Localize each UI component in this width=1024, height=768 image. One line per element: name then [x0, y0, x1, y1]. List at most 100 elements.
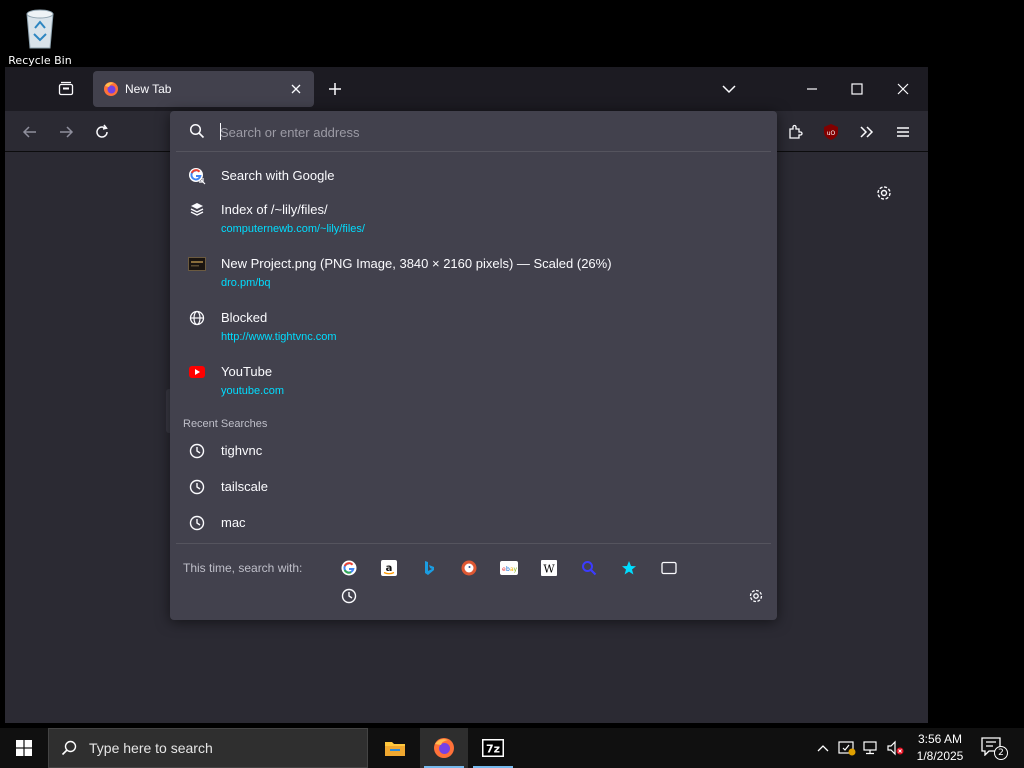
search-icon: [61, 740, 77, 756]
maximize-icon: [851, 83, 863, 95]
taskbar-search-box[interactable]: Type here to search: [48, 728, 368, 768]
tab-close-button[interactable]: [288, 80, 304, 98]
list-all-tabs-button[interactable]: [716, 77, 742, 101]
taskbar-clock[interactable]: 3:56 AM 1/8/2025: [910, 731, 970, 765]
gear-icon: [749, 589, 763, 603]
reload-button[interactable]: [90, 120, 114, 144]
security-icon: [838, 741, 856, 756]
oneoff-search-engine[interactable]: [577, 556, 601, 580]
clock-time: 3:56 AM: [917, 732, 963, 746]
result-blocked[interactable]: Blocked http://www.tightvnc.com: [176, 307, 771, 353]
recent-search-item[interactable]: tighvnc: [176, 437, 771, 465]
recycle-bin-shortcut[interactable]: Recycle Bin: [8, 6, 72, 67]
forward-button[interactable]: [54, 120, 78, 144]
result-title: Search with Google: [221, 168, 335, 183]
close-icon: [897, 83, 909, 95]
back-button[interactable]: [18, 120, 42, 144]
result-youtube[interactable]: YouTube youtube.com: [176, 361, 771, 407]
maximize-button[interactable]: [844, 77, 870, 101]
result-title: YouTube: [221, 364, 273, 379]
ebay-icon: ebay: [500, 561, 518, 575]
duckduckgo-icon: [461, 560, 477, 576]
result-url[interactable]: dro.pm/bq: [221, 277, 271, 289]
bing-icon: [425, 561, 434, 575]
result-lily-files[interactable]: Index of /~lily/files/ computernewb.com/…: [176, 199, 771, 245]
taskbar-search-placeholder: Type here to search: [89, 740, 213, 756]
recent-search-text: tighvnc: [221, 443, 263, 458]
wikipedia-icon: W: [541, 560, 557, 576]
new-tab-button[interactable]: [325, 79, 345, 99]
oneoff-history[interactable]: [337, 584, 361, 608]
arrow-right-icon: [60, 126, 74, 138]
svg-text:W: W: [543, 563, 555, 576]
search-engine-icon: [582, 561, 597, 576]
svg-text:y: y: [514, 566, 518, 573]
result-search-google[interactable]: Search with Google: [176, 161, 771, 191]
clock-icon: [188, 478, 206, 496]
search-icon: [189, 123, 205, 143]
divider: [176, 543, 771, 544]
oneoff-google[interactable]: [337, 556, 361, 580]
amazon-icon: a: [381, 560, 397, 576]
tabs-icon: [661, 561, 677, 575]
urlbar-input[interactable]: [220, 121, 760, 143]
oneoff-wikipedia[interactable]: W: [537, 556, 561, 580]
app-menu-button[interactable]: [891, 120, 915, 144]
taskbar-7zip[interactable]: 7z: [469, 728, 517, 768]
ublock-icon: uO: [824, 124, 838, 140]
clock-icon: [188, 514, 206, 532]
history-icon: [341, 588, 357, 604]
double-chevron-icon: [860, 126, 874, 138]
tray-network[interactable]: [861, 738, 881, 758]
start-button[interactable]: [0, 728, 48, 768]
image-thumb-icon: [188, 255, 206, 273]
youtube-icon: [188, 363, 206, 381]
tray-volume[interactable]: [885, 738, 905, 758]
ublock-origin-button[interactable]: uO: [819, 120, 843, 144]
newtab-settings-button[interactable]: [875, 184, 893, 206]
firefox-icon: [103, 81, 119, 97]
oneoff-tabs[interactable]: [657, 556, 681, 580]
action-center-button[interactable]: 2: [980, 736, 1008, 760]
chevron-down-icon: [722, 85, 736, 94]
firefox-view-button[interactable]: [53, 77, 79, 101]
result-title: Blocked: [221, 310, 268, 325]
google-icon: [341, 560, 357, 576]
result-url[interactable]: http://www.tightvnc.com: [221, 331, 337, 343]
recycle-bin-icon: [22, 6, 58, 50]
tab-new-tab[interactable]: New Tab: [93, 71, 314, 107]
notification-count-badge: 2: [994, 746, 1008, 760]
globe-icon: [188, 309, 206, 327]
hamburger-icon: [897, 127, 909, 137]
search-settings-button[interactable]: [744, 584, 768, 608]
show-hidden-icons-button[interactable]: [813, 738, 833, 758]
title-bar: New Tab: [5, 67, 928, 111]
svg-text:uO: uO: [827, 130, 836, 137]
network-icon: [863, 741, 877, 755]
clock-date: 1/8/2025: [916, 749, 964, 763]
extensions-button[interactable]: [783, 120, 807, 144]
overflow-button[interactable]: [855, 120, 879, 144]
oneoff-bing[interactable]: [417, 556, 441, 580]
oneoff-ebay[interactable]: ebay: [497, 556, 521, 580]
result-url[interactable]: youtube.com: [221, 385, 284, 397]
recent-search-item[interactable]: mac: [176, 509, 771, 537]
result-new-project-png[interactable]: New Project.png (PNG Image, 3840 × 2160 …: [176, 253, 771, 299]
google-icon: [188, 167, 206, 185]
recent-search-item[interactable]: tailscale: [176, 473, 771, 501]
tray-security[interactable]: [837, 738, 857, 758]
windows-logo-icon: [16, 740, 32, 756]
result-url[interactable]: computernewb.com/~lily/files/: [221, 223, 365, 235]
urlbar-popup: Search with Google Index of /~lily/files…: [170, 111, 777, 620]
oneoff-amazon[interactable]: a: [377, 556, 401, 580]
plus-icon: [329, 83, 341, 95]
firefox-view-icon: [58, 81, 74, 96]
window-close-button[interactable]: [890, 77, 916, 101]
taskbar: Type here to search 7z 3:56 AM 1/8/2025 …: [0, 728, 1024, 768]
oneoff-bookmarks[interactable]: [617, 556, 641, 580]
result-title: New Project.png (PNG Image, 3840 × 2160 …: [221, 256, 612, 271]
minimize-button[interactable]: [799, 77, 825, 101]
taskbar-firefox[interactable]: [420, 728, 468, 768]
oneoff-duckduckgo[interactable]: [457, 556, 481, 580]
taskbar-file-explorer[interactable]: [371, 728, 419, 768]
